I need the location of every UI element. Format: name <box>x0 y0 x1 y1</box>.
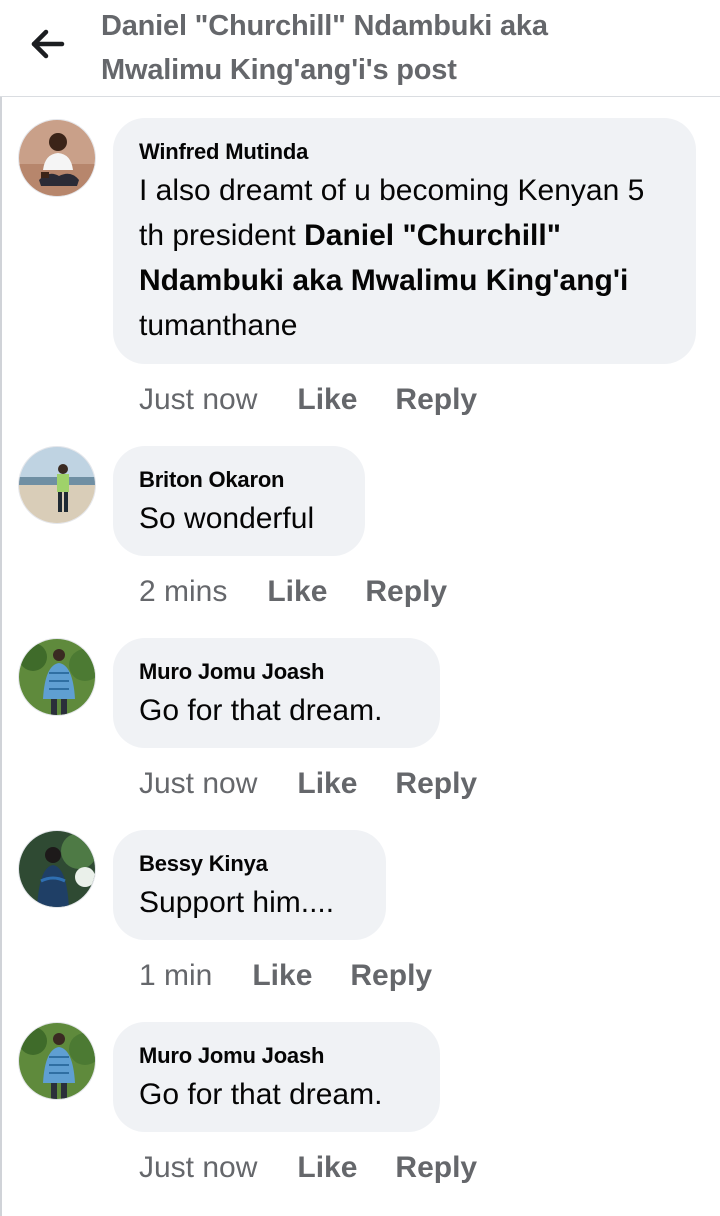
reply-button[interactable]: Reply <box>395 764 477 804</box>
comment-author[interactable]: Muro Jomu Joash <box>139 658 414 686</box>
comment-timestamp: Just now <box>139 383 258 416</box>
reply-button[interactable]: Reply <box>395 380 477 420</box>
comment-actions: Just now Like Reply <box>139 380 477 420</box>
like-button[interactable]: Like <box>297 380 357 420</box>
reply-button[interactable]: Reply <box>395 1148 477 1188</box>
reply-button[interactable]: Reply <box>350 956 432 996</box>
comment-text: I also dreamt of u becoming Kenyan 5 th … <box>139 168 670 348</box>
back-button[interactable] <box>26 24 70 64</box>
like-button[interactable]: Like <box>252 956 312 996</box>
comment-author[interactable]: Winfred Mutinda <box>139 138 670 166</box>
comment-text: Go for that dream. <box>139 1078 383 1111</box>
comment-timestamp: Just now <box>139 1151 258 1184</box>
arrow-left-icon <box>31 29 65 59</box>
avatar[interactable] <box>18 638 96 716</box>
comment-author[interactable]: Muro Jomu Joash <box>139 1042 414 1070</box>
comment-bubble: Muro Jomu Joash Go for that dream. <box>113 1022 440 1132</box>
comment-text: Support him.... <box>139 886 335 919</box>
comment-bubble: Winfred Mutinda I also dreamt of u becom… <box>113 118 696 364</box>
comment-text: Go for that dream. <box>139 694 383 727</box>
avatar[interactable] <box>18 1022 96 1100</box>
comment-author[interactable]: Briton Okaron <box>139 466 339 494</box>
comment-timestamp: 1 min <box>139 959 213 992</box>
page-title: Daniel "Churchill" Ndambuki aka Mwalimu … <box>101 10 548 86</box>
comment-actions: Just now Like Reply <box>139 764 477 804</box>
comment-actions: 2 mins Like Reply <box>139 572 447 612</box>
comment-bubble: Bessy Kinya Support him.... <box>113 830 386 940</box>
comment-actions: Just now Like Reply <box>139 1148 477 1188</box>
left-edge-divider <box>0 0 2 1216</box>
comment-author[interactable]: Bessy Kinya <box>139 850 360 878</box>
like-button[interactable]: Like <box>267 572 327 612</box>
comment-actions: 1 min Like Reply <box>139 956 432 996</box>
comment-timestamp: Just now <box>139 767 258 800</box>
comment-bubble: Muro Jomu Joash Go for that dream. <box>113 638 440 748</box>
like-button[interactable]: Like <box>297 1148 357 1188</box>
avatar[interactable] <box>18 446 96 524</box>
avatar[interactable] <box>18 830 96 908</box>
avatar[interactable] <box>18 119 96 197</box>
comment-text: So wonderful <box>139 502 315 535</box>
reply-button[interactable]: Reply <box>365 572 447 612</box>
comment-text-after: tumanthane <box>139 309 298 342</box>
post-header: Daniel "Churchill" Ndambuki aka Mwalimu … <box>0 0 720 97</box>
like-button[interactable]: Like <box>297 764 357 804</box>
comment-timestamp: 2 mins <box>139 575 228 608</box>
comment-bubble: Briton Okaron So wonderful <box>113 446 365 556</box>
